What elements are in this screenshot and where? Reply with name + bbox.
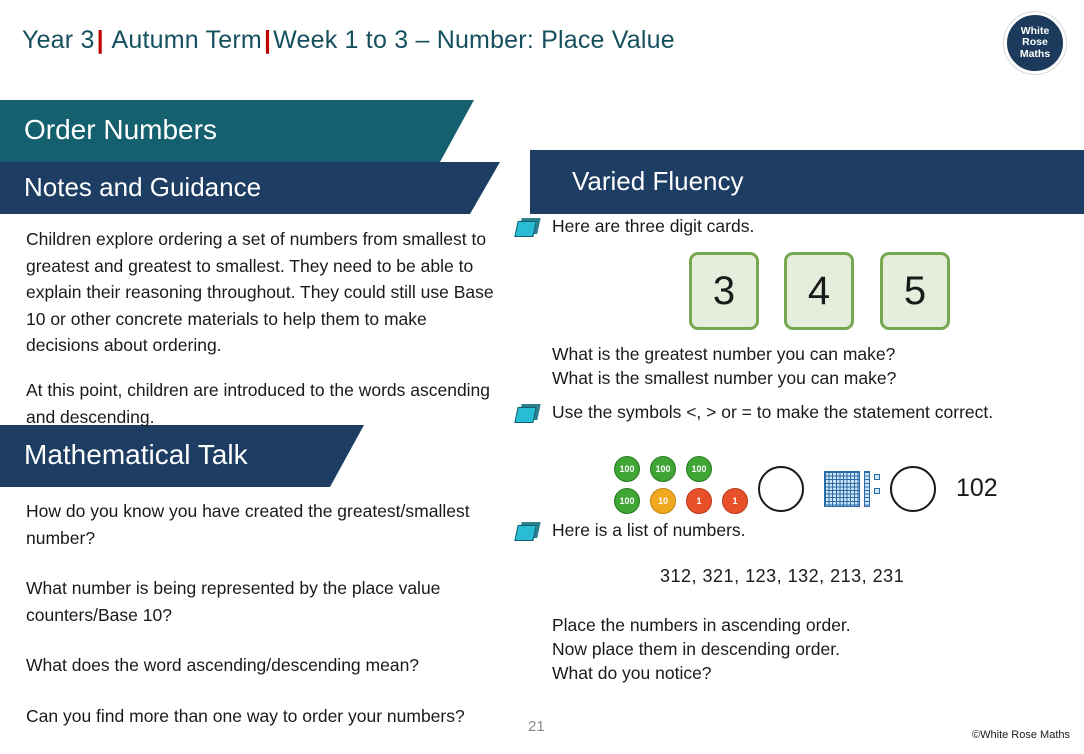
mathematical-talk-body: How do you know you have created the gre… [26, 498, 496, 754]
comparison-value: 102 [956, 474, 998, 502]
fluency-question-2-prompt: Use the symbols <, > or = to make the st… [552, 402, 994, 422]
fluency-question-1-prompt: Here are three digit cards. [552, 216, 755, 236]
logo-line-3: Maths [1019, 47, 1051, 60]
place-value-counter-100: 100 [614, 488, 640, 514]
header-separator-1: | [96, 26, 104, 54]
banner-varied-fluency-label: Varied Fluency [572, 166, 744, 196]
question-card-icon [514, 404, 541, 424]
base-ten-one-cube [874, 488, 880, 494]
fluency-question-3-sub-2: Now place them in descending order. [552, 639, 840, 659]
place-value-counter-100: 100 [686, 456, 712, 482]
fluency-question-1-sub-2: What is the smallest number you can make… [552, 368, 897, 388]
notes-paragraph-2: At this point, children are introduced t… [26, 379, 491, 427]
place-value-counter-100: 100 [650, 456, 676, 482]
talk-question-1: How do you know you have created the gre… [26, 501, 470, 548]
question-card-icon [514, 522, 541, 542]
fluency-question-3-prompt: Here is a list of numbers. [552, 520, 746, 540]
place-value-counter-100: 100 [614, 456, 640, 482]
notes-paragraph-1: Children explore ordering a set of numbe… [26, 229, 494, 356]
banner-order-numbers-label: Order Numbers [24, 114, 217, 145]
fluency-question-3-sub-3: What do you notice? [552, 663, 712, 683]
header-term: Autumn Term [111, 26, 262, 54]
header-separator-2: | [263, 26, 272, 54]
page-header: Year 3| Autumn Term|Week 1 to 3 – Number… [0, 0, 1084, 85]
talk-question-4: Can you find more than one way to order … [26, 705, 465, 726]
place-value-counter-1: 1 [686, 488, 712, 514]
fluency-question-3-sub-1: Place the numbers in ascending order. [552, 615, 851, 635]
place-value-counter-1: 1 [722, 488, 748, 514]
white-rose-maths-logo: White Rose Maths [1004, 12, 1066, 74]
banner-varied-fluency: Varied Fluency [530, 150, 1084, 214]
logo-line-2: Rose [1022, 36, 1048, 49]
digit-card-3: 5 [880, 252, 950, 330]
banner-notes-and-guidance-label: Notes and Guidance [24, 172, 262, 202]
copyright-notice: ©White Rose Maths [972, 729, 1070, 741]
place-value-counter-10: 10 [650, 488, 676, 514]
base-ten-hundred-square [824, 471, 860, 507]
fluency-question-1-sub-1: What is the greatest number you can make… [552, 344, 896, 364]
digit-card-2: 4 [784, 252, 854, 330]
base-ten-one-cube [874, 474, 880, 480]
talk-question-3: What does the word ascending/descending … [26, 655, 420, 676]
notes-and-guidance-body: Children explore ordering a set of numbe… [26, 226, 504, 448]
header-weeks: Week 1 to 3 – Number: Place Value [273, 26, 675, 54]
talk-question-2: What number is being represented by the … [26, 578, 441, 625]
comparison-symbol-box-2[interactable] [890, 466, 936, 512]
header-year: Year 3 [22, 26, 95, 54]
digit-card-1: 3 [689, 252, 759, 330]
base-ten-rod [864, 471, 870, 507]
number-list: 312, 321, 123, 132, 213, 231 [660, 566, 905, 586]
header-title: Year 3| Autumn Term|Week 1 to 3 – Number… [22, 26, 675, 55]
comparison-symbol-box-1[interactable] [758, 466, 804, 512]
banner-notes-and-guidance: Notes and Guidance [0, 162, 500, 214]
question-card-icon [514, 218, 541, 238]
banner-order-numbers: Order Numbers [0, 100, 474, 162]
page-number: 21 [528, 718, 545, 735]
